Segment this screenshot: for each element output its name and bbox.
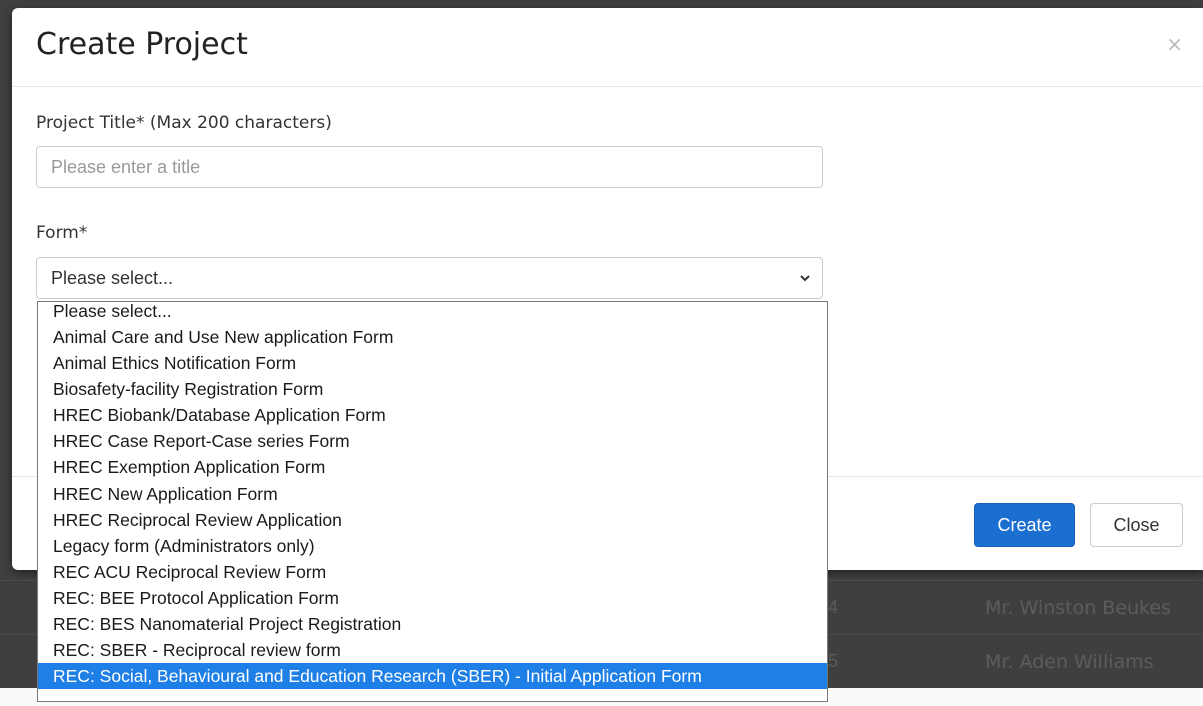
background-row-name: Mr. Aden Williams xyxy=(985,651,1154,673)
form-option[interactable]: HREC Biobank/Database Application Form xyxy=(38,402,827,428)
modal-title: Create Project xyxy=(36,27,248,62)
form-label: Form* xyxy=(36,223,88,243)
chevron-down-icon xyxy=(800,275,810,282)
form-option[interactable]: HREC Reciprocal Review Application xyxy=(38,507,827,533)
form-option[interactable]: Legacy form (Administrators only) xyxy=(38,533,827,559)
form-option[interactable]: HREC Case Report-Case series Form xyxy=(38,428,827,454)
form-option[interactable]: HREC Exemption Application Form xyxy=(38,454,827,480)
modal-header: Create Project × xyxy=(12,8,1203,87)
form-option[interactable]: REC: SBER - Reciprocal review form xyxy=(38,637,827,663)
form-options-list[interactable]: Please select... Animal Care and Use New … xyxy=(37,301,828,702)
form-option[interactable]: REC: BEE Protocol Application Form xyxy=(38,585,827,611)
close-button[interactable]: Close xyxy=(1090,503,1183,547)
form-option[interactable]: Animal Care and Use New application Form xyxy=(38,324,827,350)
form-option[interactable]: Animal Ethics Notification Form xyxy=(38,350,827,376)
form-select-value: Please select... xyxy=(51,268,174,288)
form-select[interactable]: Please select... xyxy=(36,257,823,299)
project-title-label: Project Title* (Max 200 characters) xyxy=(36,113,332,133)
form-option[interactable]: HREC New Application Form xyxy=(38,481,827,507)
close-icon[interactable]: × xyxy=(1166,34,1183,54)
project-title-input[interactable] xyxy=(36,146,823,188)
create-button[interactable]: Create xyxy=(974,503,1075,547)
background-row-name: Mr. Winston Beukes xyxy=(985,597,1171,619)
form-option[interactable]: REC ACU Reciprocal Review Form xyxy=(38,559,827,585)
form-option[interactable]: Biosafety-facility Registration Form xyxy=(38,376,827,402)
form-option[interactable]: Please select... xyxy=(38,302,827,324)
form-option[interactable]: REC: Social, Behavioural and Education R… xyxy=(38,663,827,690)
form-option[interactable]: REC: BES Nanomaterial Project Registrati… xyxy=(38,611,827,637)
